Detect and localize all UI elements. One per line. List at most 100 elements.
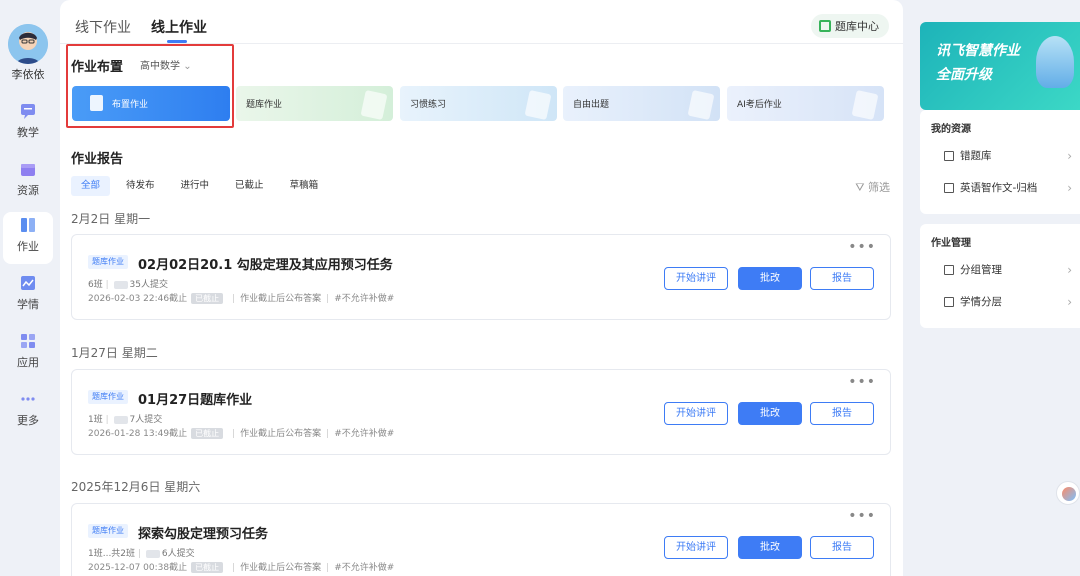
class-name: 1班...共2班 — [88, 549, 136, 559]
grade-button[interactable]: 批改 — [738, 402, 802, 425]
level-split-label: 学情分层 — [960, 296, 1002, 308]
user-name: 李依依 — [11, 68, 45, 81]
homework-manage-title: 作业管理 — [931, 238, 971, 249]
deadline: 2026-02-03 22:46截止 — [88, 294, 188, 304]
assign-card-bank[interactable]: 题库作业 — [236, 86, 393, 121]
nav-resources-label: 资源 — [17, 184, 39, 197]
filter-drafts[interactable]: 草稿箱 — [280, 176, 329, 196]
grade-button[interactable]: 批改 — [738, 536, 802, 559]
homework-manage-panel: 作业管理 分组管理 › 学情分层 › — [920, 224, 1080, 328]
status-badge: 已截止 — [191, 562, 224, 573]
group-manage-item[interactable]: 分组管理 › — [944, 262, 1072, 277]
filter-button[interactable]: ⛛ 筛选 — [855, 179, 890, 195]
assign-title: 作业布置 — [71, 60, 124, 75]
start-review-button[interactable]: 开始讲评 — [664, 267, 728, 290]
nav-analytics[interactable]: 学情 — [3, 270, 53, 322]
main-panel: 线下作业 线上作业 题库中心 作业布置 高中数学 ⌄ 布置作业 题库作业 习惯练… — [60, 0, 903, 576]
assign-card-label: AI考后作业 — [737, 100, 782, 110]
chevron-right-icon: › — [1067, 262, 1072, 277]
homework-card[interactable]: 题库作业 探索勾股定理预习任务 1班...共2班 | 6人提交 2025-12-… — [71, 503, 891, 576]
card-deco-icon — [851, 89, 879, 121]
start-review-button[interactable]: 开始讲评 — [664, 536, 728, 559]
grade-button[interactable]: 批改 — [738, 267, 802, 290]
assign-card-label: 题库作业 — [246, 100, 283, 110]
makeup-rule: #不允许补做# — [334, 429, 395, 439]
grid-icon — [21, 334, 35, 348]
subject-value: 高中数学 — [140, 61, 180, 72]
status-badge: 已截止 — [191, 428, 224, 439]
filter-closed[interactable]: 已截止 — [225, 176, 274, 196]
tab-offline-homework[interactable]: 线下作业 — [75, 17, 131, 37]
avatar[interactable] — [8, 24, 48, 64]
nav-apps[interactable]: 应用 — [3, 328, 53, 380]
my-resources-panel: 我的资源 错题库 › 英语智作文-归档 › — [920, 110, 1080, 214]
blurred-count — [113, 415, 128, 424]
type-badge: 题库作业 — [88, 255, 128, 269]
nav-apps-label: 应用 — [17, 356, 39, 369]
bank-center-label: 题库中心 — [835, 20, 879, 33]
subject-select[interactable]: 高中数学 ⌄ — [140, 57, 192, 72]
chevron-right-icon: › — [1067, 294, 1072, 309]
nav-teaching[interactable]: 教学 — [3, 98, 53, 150]
book-icon — [21, 218, 35, 232]
filter-label: 筛选 — [868, 181, 890, 194]
homework-card[interactable]: 题库作业 02月02日20.1 勾股定理及其应用预习任务 6班 | 35人提交 … — [71, 234, 891, 320]
wrong-questions-item[interactable]: 错题库 › — [944, 148, 1072, 163]
homework-card[interactable]: 题库作业 01月27日题库作业 1班 | 7人提交 2026-01-28 13:… — [71, 369, 891, 455]
box-icon — [21, 164, 35, 176]
date-heading: 2025年12月6日 星期六 — [71, 480, 201, 494]
blurred-count — [145, 549, 160, 558]
deadline: 2025-12-07 00:38截止 — [88, 563, 188, 573]
report-button[interactable]: 报告 — [810, 536, 874, 559]
banner-line2: 全面升级 — [936, 67, 992, 83]
filter-ongoing[interactable]: 进行中 — [171, 176, 220, 196]
homework-meta: 2026-02-03 22:46截止 已截止 | 作业截止后公布答案 | #不允许补做# — [88, 293, 395, 304]
active-tab-indicator — [167, 40, 187, 43]
homework-title: 02月02日20.1 勾股定理及其应用预习任务 — [138, 258, 393, 273]
assign-card-ai[interactable]: AI考后作业 — [727, 86, 884, 121]
more-icon[interactable]: ••• — [848, 239, 876, 255]
blurred-count — [113, 280, 128, 289]
class-info: 1班...共2班 | 6人提交 — [88, 549, 195, 559]
assign-card-free[interactable]: 自由出题 — [563, 86, 720, 121]
start-review-button[interactable]: 开始讲评 — [664, 402, 728, 425]
class-name: 6班 — [88, 280, 103, 290]
publish-rule: 作业截止后公布答案 — [240, 294, 322, 304]
filter-pending[interactable]: 待发布 — [116, 176, 165, 196]
promo-banner[interactable]: 讯飞智慧作业 全面升级 — [920, 22, 1080, 110]
nav-more[interactable]: 更多 — [3, 386, 53, 438]
deadline: 2026-01-28 13:49截止 — [88, 429, 188, 439]
class-info: 1班 | 7人提交 — [88, 415, 163, 425]
publish-rule: 作业截止后公布答案 — [240, 563, 322, 573]
dots-icon — [21, 397, 35, 401]
makeup-rule: #不允许补做# — [334, 563, 395, 573]
nav-teaching-label: 教学 — [17, 126, 39, 139]
assign-card-primary[interactable]: 布置作业 — [72, 86, 230, 121]
assign-card-label: 自由出题 — [573, 100, 610, 110]
bank-center-button[interactable]: 题库中心 — [811, 14, 889, 38]
english-essay-label: 英语智作文-归档 — [960, 182, 1038, 194]
report-button[interactable]: 报告 — [810, 267, 874, 290]
report-button[interactable]: 报告 — [810, 402, 874, 425]
assign-card-label: 习惯练习 — [410, 100, 447, 110]
nav-homework[interactable]: 作业 — [3, 212, 53, 264]
homework-meta: 2025-12-07 00:38截止 已截止 | 作业截止后公布答案 | #不允许补做# — [88, 562, 395, 573]
more-icon[interactable]: ••• — [848, 374, 876, 390]
tab-online-homework[interactable]: 线上作业 — [151, 17, 207, 37]
more-icon[interactable]: ••• — [848, 508, 876, 524]
chat-icon — [21, 104, 35, 119]
assign-card-habit[interactable]: 习惯练习 — [400, 86, 557, 121]
nav-homework-label: 作业 — [17, 240, 39, 253]
type-badge: 题库作业 — [88, 390, 128, 404]
level-split-item[interactable]: 学情分层 › — [944, 294, 1072, 309]
banner-line1: 讯飞智慧作业 — [936, 43, 1020, 59]
card-deco-icon — [687, 89, 715, 121]
report-title: 作业报告 — [71, 152, 124, 167]
nav-resources[interactable]: 资源 — [3, 156, 53, 208]
nav-analytics-label: 学情 — [17, 298, 39, 311]
filter-all[interactable]: 全部 — [71, 176, 111, 196]
rocket-icon — [1036, 36, 1074, 88]
archive-icon — [944, 182, 954, 193]
english-essay-item[interactable]: 英语智作文-归档 › — [944, 180, 1072, 195]
assistant-float-icon[interactable] — [1056, 481, 1080, 505]
